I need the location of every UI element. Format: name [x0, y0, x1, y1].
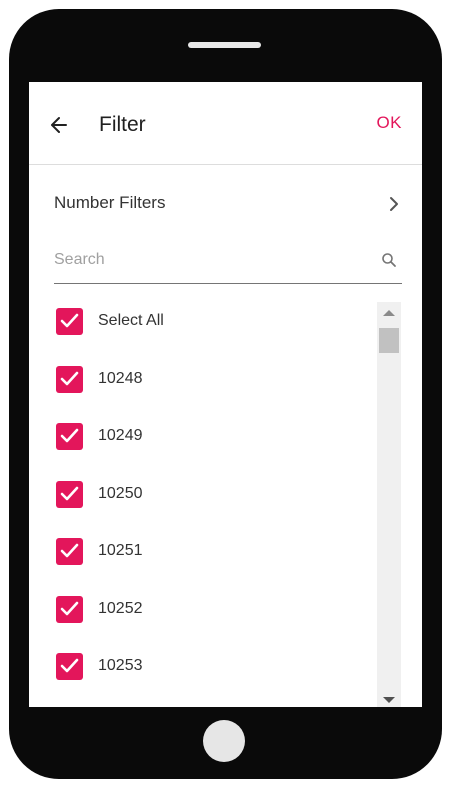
search-icon[interactable] [381, 252, 397, 268]
item-checkbox[interactable] [56, 538, 83, 565]
filter-screen: Filter OK Number Filters Select All [29, 82, 422, 707]
check-icon [60, 486, 79, 501]
ok-button[interactable]: OK [376, 113, 402, 133]
checkbox-list: Select All 10248 10249 10250 10251 10252… [54, 302, 376, 707]
list-item-label: 10253 [98, 657, 143, 674]
item-checkbox[interactable] [56, 653, 83, 680]
search-input[interactable] [54, 248, 374, 272]
check-icon [60, 601, 79, 616]
list-item[interactable]: 10249 [54, 417, 376, 457]
list-item-label: 10252 [98, 600, 143, 617]
arrow-left-icon[interactable] [49, 115, 69, 135]
check-icon [60, 313, 79, 328]
list-item[interactable]: 10250 [54, 475, 376, 515]
item-checkbox[interactable] [56, 596, 83, 623]
phone-speaker [188, 42, 261, 48]
search-box [54, 238, 402, 284]
list-item[interactable]: 10252 [54, 590, 376, 630]
item-checkbox[interactable] [56, 481, 83, 508]
item-checkbox[interactable] [56, 423, 83, 450]
check-icon [60, 428, 79, 443]
list-item[interactable]: 10251 [54, 532, 376, 572]
list-item-label: 10248 [98, 370, 143, 387]
scroll-down-arrow-icon[interactable] [383, 697, 395, 703]
phone-frame: Filter OK Number Filters Select All [9, 9, 442, 779]
page-title: Filter [99, 113, 146, 136]
list-item-label: 10249 [98, 427, 143, 444]
list-item-label: 10250 [98, 485, 143, 502]
check-icon [60, 543, 79, 558]
list-item-label: 10251 [98, 542, 143, 559]
number-filters-item[interactable]: Number Filters [29, 182, 422, 226]
check-icon [60, 371, 79, 386]
scroll-thumb[interactable] [379, 328, 399, 353]
number-filters-label: Number Filters [54, 193, 166, 212]
list-scrollbar[interactable] [377, 302, 401, 707]
filter-header: Filter OK [29, 82, 422, 165]
select-all-checkbox[interactable] [56, 308, 83, 335]
chevron-right-icon [390, 197, 398, 211]
list-item[interactable]: 10248 [54, 360, 376, 400]
list-item-label: Select All [98, 312, 164, 329]
home-button[interactable] [203, 720, 245, 762]
item-checkbox[interactable] [56, 366, 83, 393]
scroll-up-arrow-icon[interactable] [383, 310, 395, 316]
list-item-select-all[interactable]: Select All [54, 302, 376, 342]
check-icon [60, 658, 79, 673]
list-item[interactable]: 10253 [54, 647, 376, 687]
